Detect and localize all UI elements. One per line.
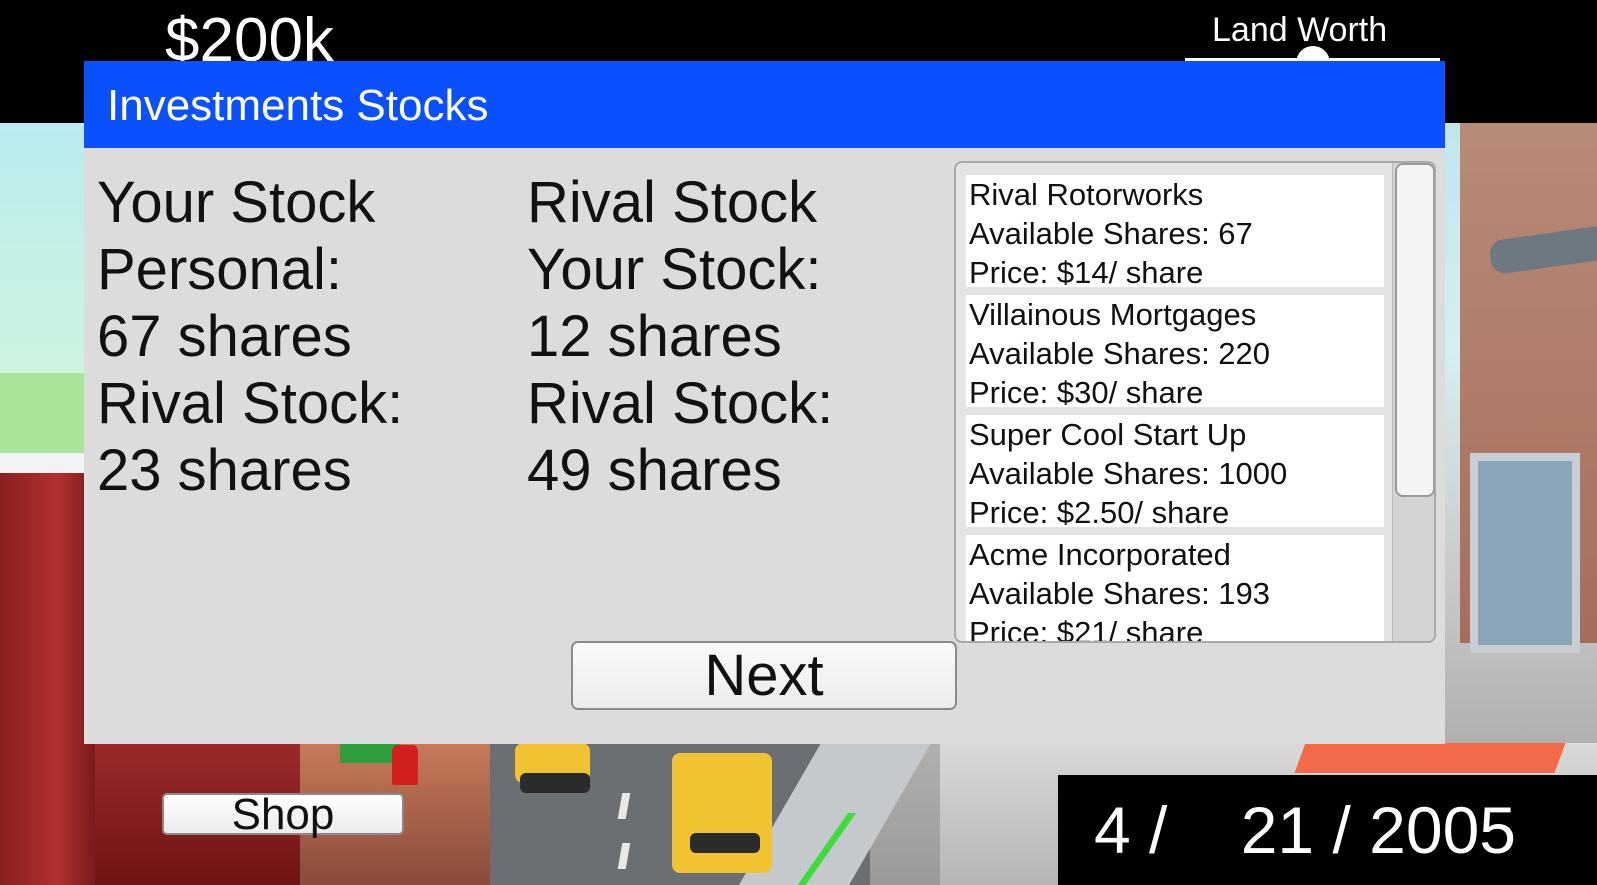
investments-panel: Investments Stocks Your Stock Personal: … xyxy=(84,61,1445,744)
stock-list-viewport: Rival Rotorworks Available Shares: 67 Pr… xyxy=(966,175,1384,643)
green-awning xyxy=(340,743,400,763)
stock-available: Available Shares: 193 xyxy=(969,576,1271,611)
stock-available: Available Shares: 1000 xyxy=(969,456,1288,491)
stock-name: Acme Incorporated xyxy=(969,537,1231,572)
orange-roof xyxy=(1294,743,1566,773)
grass xyxy=(0,373,90,463)
car-shadow xyxy=(520,773,590,793)
rival-your-shares: 12 shares xyxy=(527,304,782,369)
stock-name: Super Cool Start Up xyxy=(969,417,1247,452)
rival-rival-shares: 49 shares xyxy=(527,438,782,503)
yellow-van xyxy=(672,753,772,873)
stock-price: Price: $14/ share xyxy=(969,255,1204,290)
rival-your-label: Your Stock: xyxy=(527,237,822,302)
land-worth-slider[interactable] xyxy=(1185,46,1440,80)
next-button[interactable]: Next xyxy=(571,641,957,710)
stock-list-scrollbar[interactable] xyxy=(1392,163,1434,641)
rival-held-shares: 23 shares xyxy=(97,438,352,503)
fire-hydrant xyxy=(392,745,418,785)
your-stock-heading: Your Stock xyxy=(97,170,376,235)
stock-list-item[interactable]: Villainous Mortgages Available Shares: 2… xyxy=(966,295,1384,410)
stock-list-item[interactable]: Acme Incorporated Available Shares: 193 … xyxy=(966,535,1384,643)
stock-available: Available Shares: 220 xyxy=(969,336,1271,371)
stock-price: Price: $30/ share xyxy=(969,375,1204,410)
red-building xyxy=(0,473,95,885)
shop-button[interactable]: Shop xyxy=(162,793,404,837)
stock-price: Price: $2.50/ share xyxy=(969,495,1230,530)
stock-name: Villainous Mortgages xyxy=(969,297,1257,332)
rival-stock-column: Rival Stock Your Stock: 12 shares Rival … xyxy=(527,169,833,504)
scrollbar-thumb[interactable] xyxy=(1395,163,1434,497)
rival-rival-label: Rival Stock: xyxy=(527,371,834,436)
panel-title: Investments Stocks xyxy=(107,81,489,130)
stock-price: Price: $21/ share xyxy=(969,615,1204,643)
stock-available: Available Shares: 67 xyxy=(969,216,1253,251)
personal-shares: 67 shares xyxy=(97,304,352,369)
stock-list[interactable]: Rival Rotorworks Available Shares: 67 Pr… xyxy=(954,161,1436,643)
date-text: 4 / 21 / 2005 xyxy=(1094,793,1516,867)
stock-list-item[interactable]: Rival Rotorworks Available Shares: 67 Pr… xyxy=(966,175,1384,290)
rival-stock-heading: Rival Stock xyxy=(527,170,818,235)
van-windshield xyxy=(690,833,760,853)
personal-label: Personal: xyxy=(97,237,343,302)
stock-list-item[interactable]: Super Cool Start Up Available Shares: 10… xyxy=(966,415,1384,530)
land-worth-label: Land Worth xyxy=(1212,11,1388,49)
stock-name: Rival Rotorworks xyxy=(969,177,1204,212)
building-window xyxy=(1470,453,1580,653)
date-display: 4 / 21 / 2005 xyxy=(1058,775,1597,885)
your-stock-column: Your Stock Personal: 67 shares Rival Sto… xyxy=(97,169,403,504)
panel-header: Investments Stocks xyxy=(84,61,1445,148)
rival-held-label: Rival Stock: xyxy=(97,371,404,436)
